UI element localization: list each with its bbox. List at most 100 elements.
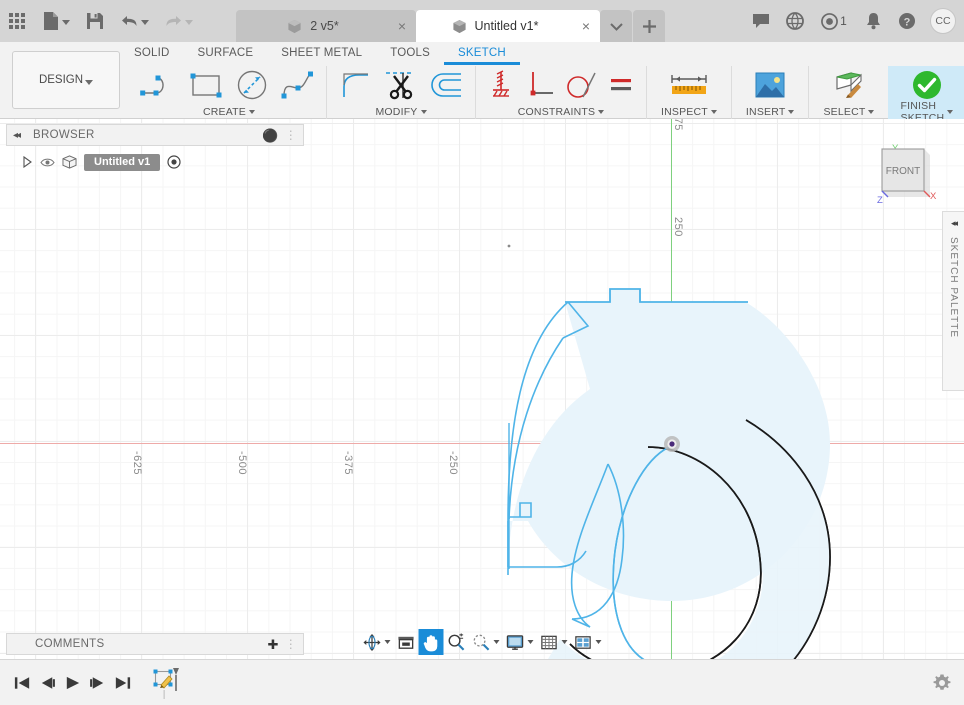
collapse-left-icon[interactable]: ◂◂ bbox=[951, 218, 958, 229]
panel-select-tools bbox=[827, 66, 871, 104]
view-cube[interactable]: Y Z X FRONT bbox=[868, 137, 946, 209]
nav-fit-button[interactable] bbox=[469, 629, 503, 655]
sketch-canvas[interactable]: -625 -500 -375 -250 375 250 125 125 bbox=[0, 119, 964, 659]
application-top-bar: 2 v5* × Untitled v1* × 1 ? CC bbox=[0, 0, 964, 42]
tool-trim[interactable] bbox=[379, 66, 423, 104]
tool-fix-unfix[interactable] bbox=[482, 66, 520, 104]
tool-circle[interactable] bbox=[230, 66, 274, 104]
panel-constraints-dropdown[interactable]: CONSTRAINTS bbox=[518, 104, 605, 119]
chevron-down-icon bbox=[595, 640, 602, 644]
ribbon-tab-sheet-metal[interactable]: SHEET METAL bbox=[267, 42, 376, 66]
panel-finish-dropdown[interactable]: FINISH SKETCH bbox=[900, 100, 954, 124]
panel-create-dropdown[interactable]: CREATE bbox=[203, 104, 255, 119]
document-tab-1[interactable]: 2 v5* × bbox=[236, 10, 416, 42]
panel-inspect-dropdown[interactable]: INSPECT bbox=[661, 104, 717, 119]
undo-button[interactable] bbox=[112, 0, 156, 42]
panel-finish-tools bbox=[905, 66, 949, 104]
nav-zoom-button[interactable] bbox=[444, 629, 469, 655]
navigation-bar bbox=[360, 629, 605, 655]
apps-grid-button[interactable] bbox=[0, 0, 34, 42]
eye-icon[interactable] bbox=[40, 157, 55, 168]
data-panel-button[interactable] bbox=[778, 0, 812, 42]
help-button[interactable]: ? bbox=[890, 0, 924, 42]
timeline-sketch-feature[interactable] bbox=[149, 660, 183, 705]
add-comment-icon[interactable]: ✚ bbox=[267, 638, 278, 651]
document-tab-1-close-icon[interactable]: × bbox=[398, 19, 406, 33]
origin-marker-core[interactable] bbox=[669, 441, 675, 447]
comments-resize-handle[interactable]: ⋮ bbox=[285, 637, 297, 651]
nav-pan-button[interactable] bbox=[418, 629, 444, 655]
comments-button[interactable] bbox=[744, 0, 778, 42]
timeline-play[interactable] bbox=[60, 660, 85, 705]
ribbon-tab-sketch[interactable]: SKETCH bbox=[444, 42, 520, 66]
document-cube-icon bbox=[288, 19, 301, 33]
spline-icon bbox=[281, 71, 313, 99]
notifications-button[interactable] bbox=[856, 0, 890, 42]
panel-insert-dropdown[interactable]: INSERT bbox=[746, 104, 795, 119]
redo-button[interactable] bbox=[156, 0, 200, 42]
browser-row-label: Untitled v1 bbox=[84, 153, 161, 171]
browser-row-untitled[interactable]: Untitled v1 bbox=[6, 150, 304, 174]
chevron-down-icon bbox=[527, 640, 534, 644]
timeline-settings-button[interactable] bbox=[929, 660, 954, 705]
file-menu-button[interactable] bbox=[34, 0, 78, 42]
tool-measure[interactable] bbox=[667, 66, 711, 104]
nav-viewports-button[interactable] bbox=[571, 629, 605, 655]
tool-insert-image[interactable] bbox=[748, 66, 792, 104]
tool-select[interactable] bbox=[827, 66, 871, 104]
nav-look-at-button[interactable] bbox=[394, 629, 419, 655]
tab-list-dropdown-button[interactable] bbox=[600, 10, 632, 42]
ribbon-panels: CREATE MODIFY CONSTRAINTS INSPECT INSERT… bbox=[132, 66, 964, 124]
ribbon-tab-tools[interactable]: TOOLS bbox=[376, 42, 444, 66]
ribbon-tab-solid[interactable]: SOLID bbox=[120, 42, 184, 66]
document-tab-2-close-icon[interactable]: × bbox=[582, 19, 590, 33]
origin-target-icon[interactable] bbox=[167, 155, 181, 169]
chevron-down-icon bbox=[493, 640, 500, 644]
workspace-selector[interactable]: DESIGN bbox=[12, 51, 120, 109]
tool-offset[interactable] bbox=[425, 66, 469, 104]
tool-horizontal-vertical[interactable] bbox=[602, 66, 640, 104]
document-tab-2[interactable]: Untitled v1* × bbox=[416, 10, 600, 42]
timeline-step-forward[interactable] bbox=[85, 660, 110, 705]
panel-select-dropdown[interactable]: SELECT bbox=[823, 104, 875, 119]
ribbon-tab-surface[interactable]: SURFACE bbox=[184, 42, 268, 66]
offset-icon bbox=[431, 73, 461, 97]
document-cube-icon bbox=[452, 19, 466, 33]
insert-image-icon bbox=[755, 72, 785, 98]
browser-panel: ◂◂ BROWSER ⚫ ⋮ Untitled v1 bbox=[6, 124, 304, 174]
look-at-icon bbox=[398, 636, 414, 649]
browser-resize-handle[interactable]: ⋮ bbox=[285, 128, 297, 142]
panel-constraints-tools bbox=[482, 66, 640, 104]
expand-triangle-icon[interactable] bbox=[22, 156, 33, 168]
tool-spline[interactable] bbox=[276, 66, 320, 104]
panel-modify-dropdown[interactable]: MODIFY bbox=[375, 104, 427, 119]
tool-line[interactable] bbox=[138, 66, 182, 104]
timeline-step-back[interactable] bbox=[35, 660, 60, 705]
job-status-button[interactable]: 1 bbox=[812, 0, 856, 42]
collapse-left-icon[interactable]: ◂◂ bbox=[13, 130, 21, 141]
chevron-down-icon bbox=[85, 79, 94, 85]
redo-arrow-icon bbox=[166, 16, 181, 26]
timeline-go-to-beginning[interactable] bbox=[10, 660, 35, 705]
timeline-go-to-end[interactable] bbox=[110, 660, 135, 705]
viewcube-axis-z-label: Z bbox=[877, 195, 883, 206]
tool-perpendicular[interactable] bbox=[522, 66, 560, 104]
sketch-palette-tab[interactable]: ◂◂ SKETCH PALETTE bbox=[942, 211, 964, 391]
save-button[interactable] bbox=[78, 0, 112, 42]
select-brush-icon bbox=[836, 72, 862, 98]
tool-tangent[interactable] bbox=[562, 66, 600, 104]
zoom-window-icon bbox=[473, 634, 490, 650]
user-avatar[interactable]: CC bbox=[930, 8, 956, 34]
display-settings-icon bbox=[506, 634, 524, 650]
tool-finish-sketch[interactable] bbox=[905, 66, 949, 104]
globe-icon bbox=[786, 12, 804, 30]
nav-grid-snaps-button[interactable] bbox=[537, 629, 571, 655]
nav-display-settings-button[interactable] bbox=[503, 629, 537, 655]
minimize-circle-icon[interactable]: ⚫ bbox=[262, 129, 279, 142]
orbit-icon bbox=[363, 633, 381, 651]
new-document-tab-button[interactable] bbox=[633, 10, 665, 42]
nav-orbit-button[interactable] bbox=[360, 629, 394, 655]
step-forward-icon bbox=[90, 676, 104, 689]
tool-rectangle[interactable] bbox=[184, 66, 228, 104]
tool-fillet[interactable] bbox=[333, 66, 377, 104]
